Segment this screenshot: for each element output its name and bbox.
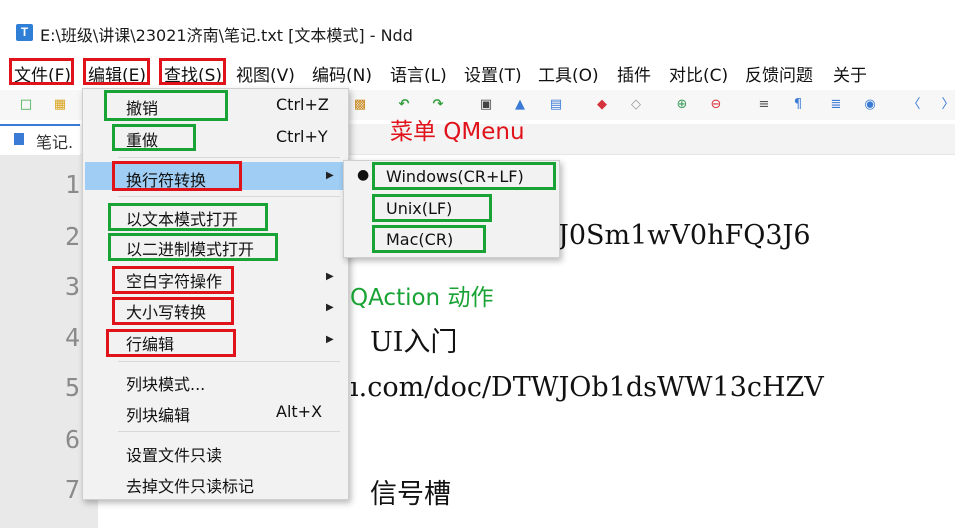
editor-line-2-text: J0Sm1wV0hFQ3J6 — [558, 220, 811, 251]
menu-settings[interactable]: 设置(T) — [464, 61, 522, 86]
zoom-out-icon[interactable]: ⊖ — [708, 97, 724, 113]
menu-compare[interactable]: 对比(C) — [669, 61, 728, 86]
show-symbols-icon[interactable]: ¶ — [790, 97, 806, 113]
annotation-box-qaction — [104, 90, 228, 121]
shortcut-column-edit: Alt+X — [276, 402, 323, 421]
menu-item-remove-readonly[interactable]: 去掉文件只读标记 — [126, 473, 254, 497]
line-number: 2 — [64, 222, 80, 251]
menu-view[interactable]: 视图(V) — [236, 61, 295, 86]
indent-guide-icon[interactable]: ≣ — [828, 97, 844, 113]
annotation-box-qmenu — [112, 161, 242, 191]
editor-line-4-text: UI入门 — [370, 327, 458, 358]
annotation-box-qaction — [108, 233, 278, 261]
menu-feedback[interactable]: 反馈问题 — [745, 61, 813, 86]
replace-icon[interactable]: ▲ — [512, 97, 528, 113]
annotation-box-qmenu — [112, 297, 234, 325]
annotation-box-qmenu — [106, 329, 236, 357]
line-number: 5 — [64, 373, 80, 402]
menu-item-column-edit[interactable]: 列块编辑 — [126, 402, 190, 426]
mark-icon[interactable]: ◆ — [594, 97, 610, 113]
menu-separator — [118, 196, 340, 197]
annotation-box-qmenu — [83, 58, 150, 85]
open-folder-icon[interactable]: ▦ — [52, 97, 68, 113]
save-state-icon — [14, 133, 24, 145]
find-icon[interactable]: ▣ — [478, 97, 494, 113]
menu-separator — [118, 157, 340, 158]
annotation-box-qaction — [112, 124, 196, 151]
menu-language[interactable]: 语言(L) — [390, 61, 447, 86]
menu-separator — [118, 431, 340, 432]
submenu-arrow-icon: ▶ — [326, 170, 334, 181]
line-number: 4 — [64, 323, 80, 352]
line-number: 3 — [64, 272, 80, 301]
menu-plugins[interactable]: 插件 — [617, 61, 651, 86]
prev-icon[interactable]: 〈 — [906, 97, 922, 113]
redo-icon[interactable]: ↷ — [430, 97, 446, 113]
menu-encoding[interactable]: 编码(N) — [312, 61, 372, 86]
clear-mark-icon[interactable]: ◇ — [628, 97, 644, 113]
editor-line-7-text: 信号槽 — [370, 479, 451, 510]
line-number: 1 — [64, 170, 80, 199]
record-icon[interactable]: ◉ — [862, 97, 878, 113]
menu-item-column-mode[interactable]: 列块模式... — [126, 371, 205, 395]
annotation-label-qaction: QAction 动作 — [350, 285, 494, 311]
zoom-in-icon[interactable]: ⊕ — [674, 97, 690, 113]
new-file-icon[interactable]: □ — [18, 97, 34, 113]
wrap-icon[interactable]: ≡ — [756, 97, 772, 113]
annotation-box-qmenu — [9, 58, 74, 85]
undo-icon[interactable]: ↶ — [396, 97, 412, 113]
app-icon: T — [16, 24, 33, 41]
annotation-label-qmenu: 菜单 QMenu — [390, 119, 525, 145]
checked-bullet-icon: ● — [357, 167, 370, 183]
annotation-box-qaction — [372, 225, 486, 253]
editor-line-5-text: ı.com/doc/DTWJOb1dsWW13cHZV — [350, 372, 824, 403]
menu-separator — [118, 361, 340, 362]
goto-icon[interactable]: ▤ — [548, 97, 564, 113]
annotation-box-qmenu — [159, 58, 226, 85]
document-tab-label: 笔记. — [36, 133, 74, 152]
annotation-box-qmenu — [112, 266, 234, 294]
window-title: E:\班级\讲课\23021济南\笔记.txt [文本模式] - Ndd — [40, 26, 413, 45]
shortcut-redo: Ctrl+Y — [276, 127, 328, 146]
shortcut-undo: Ctrl+Z — [276, 95, 329, 114]
annotation-box-qaction — [108, 203, 268, 231]
annotation-box-qaction — [372, 194, 492, 222]
annotation-box-qaction — [372, 162, 556, 190]
line-number: 6 — [64, 425, 80, 454]
menu-about[interactable]: 关于 — [833, 61, 867, 86]
next-icon[interactable]: 〉 — [940, 97, 955, 113]
submenu-arrow-icon: ▶ — [326, 334, 334, 345]
paste-icon[interactable]: ▩ — [352, 97, 368, 113]
submenu-arrow-icon: ▶ — [326, 302, 334, 313]
line-number: 7 — [64, 475, 80, 504]
submenu-arrow-icon: ▶ — [326, 271, 334, 282]
menu-tools[interactable]: 工具(O) — [538, 61, 599, 86]
menu-item-set-readonly[interactable]: 设置文件只读 — [126, 442, 222, 466]
